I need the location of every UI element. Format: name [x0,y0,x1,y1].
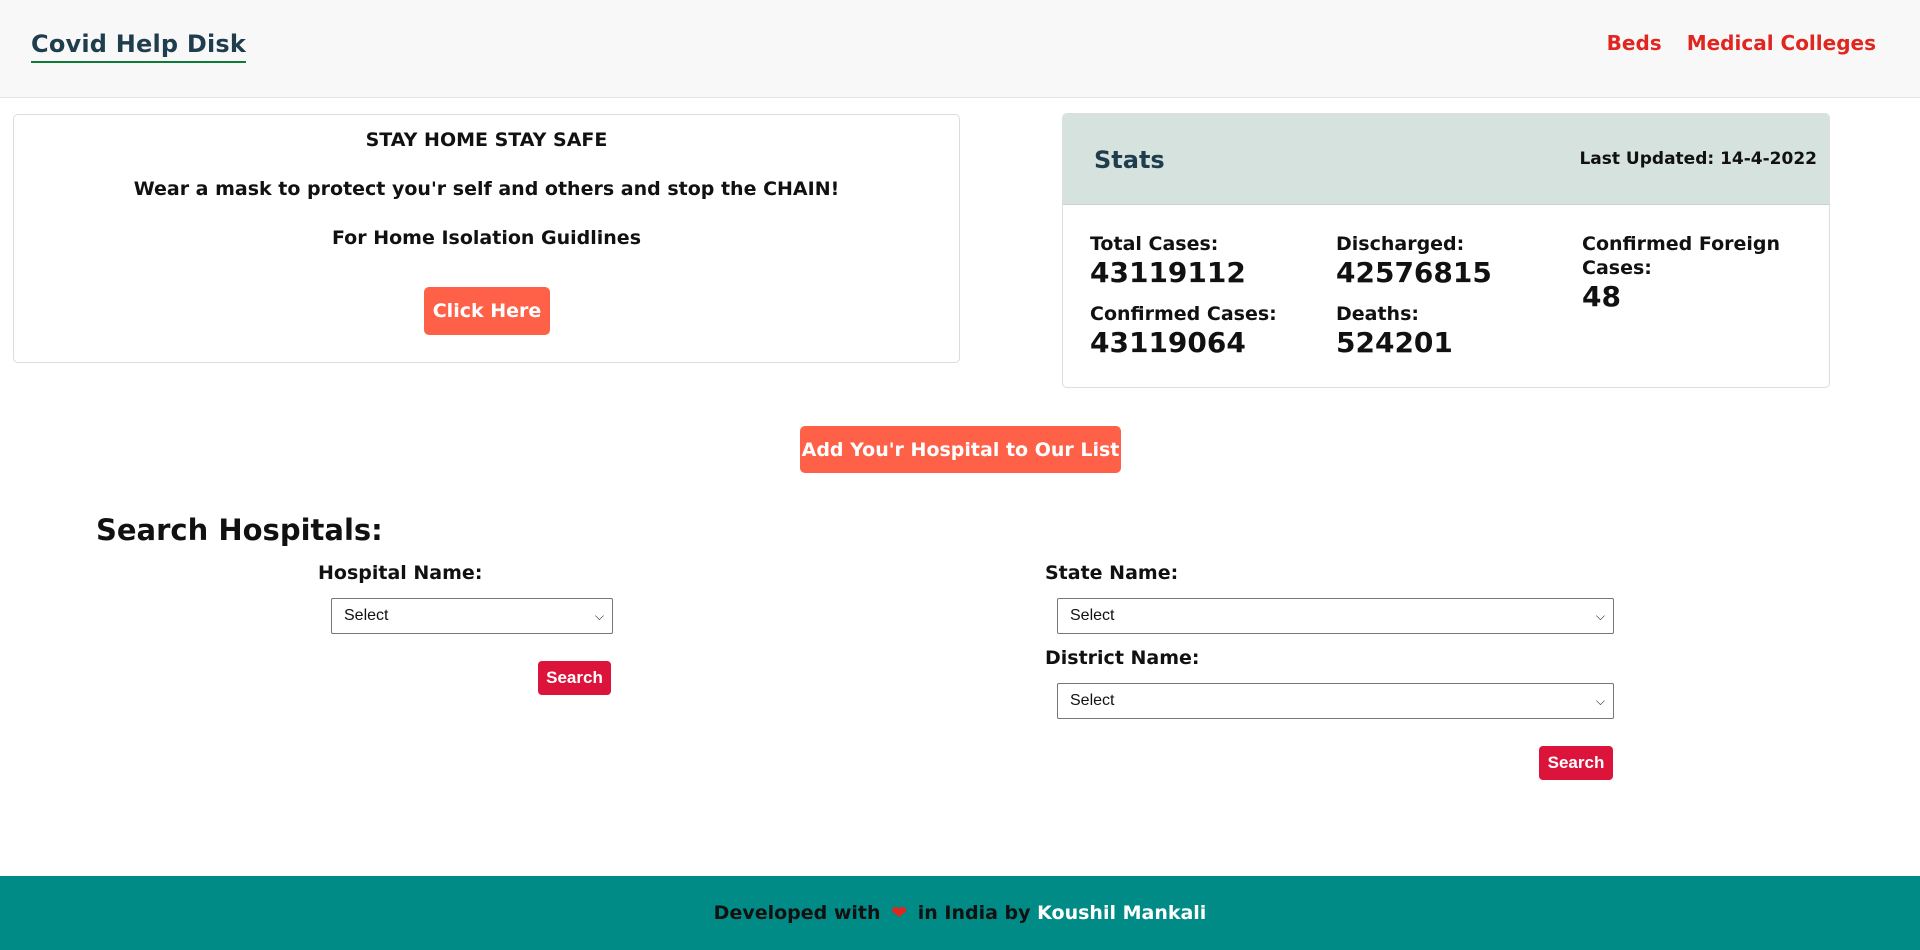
mask-message: Wear a mask to protect you'r self and ot… [133,178,840,200]
stat-label: Confirmed Cases: [1090,303,1277,325]
district-name-label: District Name: [1045,647,1200,669]
stat-label: Confirmed Foreign Cases: [1582,233,1781,279]
nav-link-beds[interactable]: Beds [1607,31,1662,55]
stat-value: 524201 [1336,326,1453,359]
stat-total-cases: Total Cases: 43119112 [1090,232,1246,290]
last-updated: Last Updated: 14-4-2022 [1579,149,1817,169]
stat-value: 48 [1582,280,1621,313]
district-name-select[interactable]: Select ⌵ [1057,683,1614,719]
author-link[interactable]: Koushil Mankali [1037,902,1206,924]
stat-value: 42576815 [1336,256,1492,289]
stats-header: Stats Last Updated: 14-4-2022 [1063,114,1829,205]
select-value: Select [1070,607,1115,624]
stay-safe-card: STAY HOME STAY SAFE Wear a mask to prote… [13,114,960,363]
stat-foreign-cases: Confirmed Foreign Cases: 48 [1582,232,1802,314]
top-navbar: Covid Help Disk Beds Medical Colleges [0,0,1920,98]
brand-logo[interactable]: Covid Help Disk [31,30,247,63]
heart-icon: ❤ [891,902,908,924]
stat-label: Total Cases: [1090,233,1219,255]
stat-label: Deaths: [1336,303,1419,325]
home-isolation-text: For Home Isolation Guidlines [331,227,642,249]
footer-middle: in India by [917,902,1031,924]
add-hospital-button[interactable]: Add You'r Hospital to Our List [800,426,1121,473]
select-value: Select [1070,692,1115,709]
hospital-search-button[interactable]: Search [538,661,611,695]
stat-confirmed-cases: Confirmed Cases: 43119064 [1090,302,1277,360]
click-here-button[interactable]: Click Here [424,287,550,335]
chevron-down-icon: ⌵ [594,609,604,623]
chevron-down-icon: ⌵ [1595,609,1605,623]
state-name-label: State Name: [1045,562,1179,584]
hospital-name-select[interactable]: Select ⌵ [331,598,613,634]
stay-safe-heading: STAY HOME STAY SAFE [365,129,608,151]
footer-prefix: Developed with [713,902,881,924]
stat-deaths: Deaths: 524201 [1336,302,1453,360]
stat-label: Discharged: [1336,233,1465,255]
stat-discharged: Discharged: 42576815 [1336,232,1492,290]
chevron-down-icon: ⌵ [1595,694,1605,708]
footer: Developed with ❤ in India by Koushil Man… [0,876,1920,950]
stats-title: Stats [1094,146,1165,174]
select-value: Select [344,607,389,624]
nav-links: Beds Medical Colleges [1607,31,1876,55]
state-name-select[interactable]: Select ⌵ [1057,598,1614,634]
nav-link-medical-colleges[interactable]: Medical Colleges [1687,31,1876,55]
search-title: Search Hospitals: [96,513,383,547]
hospital-name-label: Hospital Name: [318,562,483,584]
stat-value: 43119064 [1090,326,1246,359]
district-search-button[interactable]: Search [1539,746,1613,780]
stats-card: Stats Last Updated: 14-4-2022 Total Case… [1062,113,1830,388]
stat-value: 43119112 [1090,256,1246,289]
